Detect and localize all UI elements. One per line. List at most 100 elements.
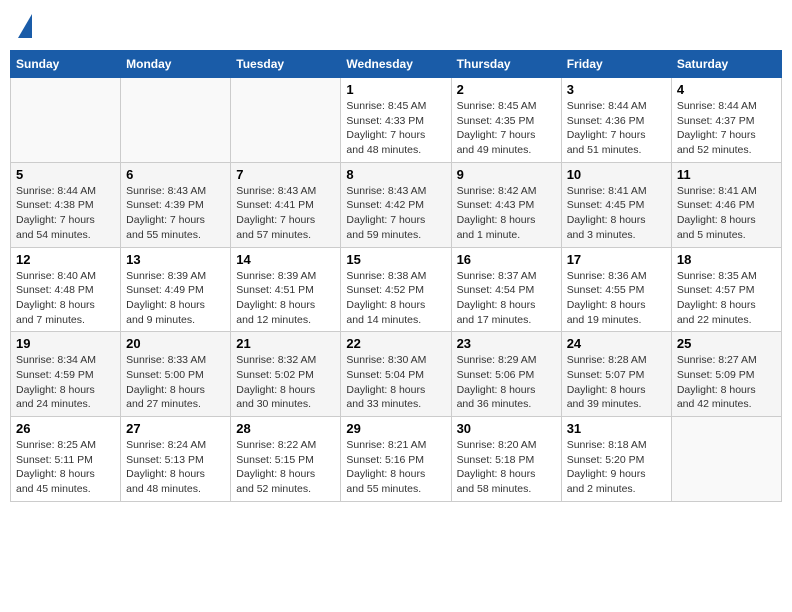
day-number: 29 (346, 421, 445, 436)
day-info: Sunrise: 8:20 AMSunset: 5:18 PMDaylight:… (457, 438, 556, 497)
day-info: Sunrise: 8:24 AMSunset: 5:13 PMDaylight:… (126, 438, 225, 497)
calendar-cell: 14 Sunrise: 8:39 AMSunset: 4:51 PMDayligh… (231, 247, 341, 332)
day-info: Sunrise: 8:41 AMSunset: 4:46 PMDaylight:… (677, 184, 776, 243)
calendar-cell: 30 Sunrise: 8:20 AMSunset: 5:18 PMDayligh… (451, 417, 561, 502)
calendar-cell: 16 Sunrise: 8:37 AMSunset: 4:54 PMDayligh… (451, 247, 561, 332)
calendar-week-row: 26 Sunrise: 8:25 AMSunset: 5:11 PMDayligh… (11, 417, 782, 502)
calendar-cell: 7 Sunrise: 8:43 AMSunset: 4:41 PMDaylight… (231, 162, 341, 247)
day-number: 27 (126, 421, 225, 436)
column-header-monday: Monday (121, 51, 231, 78)
calendar-week-row: 5 Sunrise: 8:44 AMSunset: 4:38 PMDaylight… (11, 162, 782, 247)
calendar-cell: 17 Sunrise: 8:36 AMSunset: 4:55 PMDayligh… (561, 247, 671, 332)
calendar-cell: 15 Sunrise: 8:38 AMSunset: 4:52 PMDayligh… (341, 247, 451, 332)
day-info: Sunrise: 8:32 AMSunset: 5:02 PMDaylight:… (236, 353, 335, 412)
logo (16, 14, 32, 38)
day-number: 7 (236, 167, 335, 182)
column-header-friday: Friday (561, 51, 671, 78)
column-header-saturday: Saturday (671, 51, 781, 78)
calendar-cell: 26 Sunrise: 8:25 AMSunset: 5:11 PMDayligh… (11, 417, 121, 502)
day-info: Sunrise: 8:28 AMSunset: 5:07 PMDaylight:… (567, 353, 666, 412)
day-number: 3 (567, 82, 666, 97)
calendar-week-row: 12 Sunrise: 8:40 AMSunset: 4:48 PMDayligh… (11, 247, 782, 332)
day-info: Sunrise: 8:43 AMSunset: 4:39 PMDaylight:… (126, 184, 225, 243)
day-number: 20 (126, 336, 225, 351)
logo-triangle-icon (18, 14, 32, 38)
day-number: 6 (126, 167, 225, 182)
column-header-thursday: Thursday (451, 51, 561, 78)
calendar-week-row: 19 Sunrise: 8:34 AMSunset: 4:59 PMDayligh… (11, 332, 782, 417)
calendar-table: SundayMondayTuesdayWednesdayThursdayFrid… (10, 50, 782, 502)
calendar-header-row: SundayMondayTuesdayWednesdayThursdayFrid… (11, 51, 782, 78)
day-number: 4 (677, 82, 776, 97)
day-info: Sunrise: 8:18 AMSunset: 5:20 PMDaylight:… (567, 438, 666, 497)
calendar-cell (121, 78, 231, 163)
calendar-week-row: 1 Sunrise: 8:45 AMSunset: 4:33 PMDaylight… (11, 78, 782, 163)
day-number: 5 (16, 167, 115, 182)
page-header (10, 10, 782, 42)
day-info: Sunrise: 8:45 AMSunset: 4:35 PMDaylight:… (457, 99, 556, 158)
day-info: Sunrise: 8:37 AMSunset: 4:54 PMDaylight:… (457, 269, 556, 328)
day-info: Sunrise: 8:39 AMSunset: 4:51 PMDaylight:… (236, 269, 335, 328)
day-number: 11 (677, 167, 776, 182)
calendar-cell: 24 Sunrise: 8:28 AMSunset: 5:07 PMDayligh… (561, 332, 671, 417)
calendar-cell: 12 Sunrise: 8:40 AMSunset: 4:48 PMDayligh… (11, 247, 121, 332)
day-number: 31 (567, 421, 666, 436)
day-number: 30 (457, 421, 556, 436)
day-number: 9 (457, 167, 556, 182)
calendar-cell: 25Sunrise: 8:27 AMSunset: 5:09 PMDayligh… (671, 332, 781, 417)
day-info: Sunrise: 8:21 AMSunset: 5:16 PMDaylight:… (346, 438, 445, 497)
day-info: Sunrise: 8:29 AMSunset: 5:06 PMDaylight:… (457, 353, 556, 412)
day-info: Sunrise: 8:44 AMSunset: 4:38 PMDaylight:… (16, 184, 115, 243)
calendar-cell: 6 Sunrise: 8:43 AMSunset: 4:39 PMDaylight… (121, 162, 231, 247)
calendar-cell (671, 417, 781, 502)
day-number: 17 (567, 252, 666, 267)
day-number: 24 (567, 336, 666, 351)
day-info: Sunrise: 8:43 AMSunset: 4:42 PMDaylight:… (346, 184, 445, 243)
day-number: 26 (16, 421, 115, 436)
calendar-cell: 5 Sunrise: 8:44 AMSunset: 4:38 PMDaylight… (11, 162, 121, 247)
calendar-cell: 28Sunrise: 8:22 AMSunset: 5:15 PMDayligh… (231, 417, 341, 502)
calendar-cell: 19 Sunrise: 8:34 AMSunset: 4:59 PMDayligh… (11, 332, 121, 417)
calendar-cell: 31 Sunrise: 8:18 AMSunset: 5:20 PMDayligh… (561, 417, 671, 502)
calendar-cell: 13 Sunrise: 8:39 AMSunset: 4:49 PMDayligh… (121, 247, 231, 332)
day-number: 12 (16, 252, 115, 267)
day-number: 14 (236, 252, 335, 267)
day-info: Sunrise: 8:40 AMSunset: 4:48 PMDaylight:… (16, 269, 115, 328)
calendar-cell: 20 Sunrise: 8:33 AMSunset: 5:00 PMDayligh… (121, 332, 231, 417)
day-info: Sunrise: 8:38 AMSunset: 4:52 PMDaylight:… (346, 269, 445, 328)
day-number: 2 (457, 82, 556, 97)
calendar-cell: 29 Sunrise: 8:21 AMSunset: 5:16 PMDayligh… (341, 417, 451, 502)
day-info: Sunrise: 8:34 AMSunset: 4:59 PMDaylight:… (16, 353, 115, 412)
day-info: Sunrise: 8:42 AMSunset: 4:43 PMDaylight:… (457, 184, 556, 243)
day-info: Sunrise: 8:25 AMSunset: 5:11 PMDaylight:… (16, 438, 115, 497)
day-info: Sunrise: 8:22 AMSunset: 5:15 PMDaylight:… (236, 438, 335, 497)
calendar-cell: 11 Sunrise: 8:41 AMSunset: 4:46 PMDayligh… (671, 162, 781, 247)
calendar-cell: 22 Sunrise: 8:30 AMSunset: 5:04 PMDayligh… (341, 332, 451, 417)
day-info: Sunrise: 8:41 AMSunset: 4:45 PMDaylight:… (567, 184, 666, 243)
column-header-sunday: Sunday (11, 51, 121, 78)
day-info: Sunrise: 8:45 AMSunset: 4:33 PMDaylight:… (346, 99, 445, 158)
day-info: Sunrise: 8:30 AMSunset: 5:04 PMDaylight:… (346, 353, 445, 412)
calendar-cell: 1 Sunrise: 8:45 AMSunset: 4:33 PMDaylight… (341, 78, 451, 163)
day-info: Sunrise: 8:33 AMSunset: 5:00 PMDaylight:… (126, 353, 225, 412)
column-header-wednesday: Wednesday (341, 51, 451, 78)
day-number: 1 (346, 82, 445, 97)
day-info: Sunrise: 8:44 AMSunset: 4:37 PMDaylight:… (677, 99, 776, 158)
calendar-cell: 8Sunrise: 8:43 AMSunset: 4:42 PMDaylight… (341, 162, 451, 247)
day-number: 25 (677, 336, 776, 351)
day-number: 19 (16, 336, 115, 351)
day-info: Sunrise: 8:43 AMSunset: 4:41 PMDaylight:… (236, 184, 335, 243)
day-info: Sunrise: 8:36 AMSunset: 4:55 PMDaylight:… (567, 269, 666, 328)
day-number: 22 (346, 336, 445, 351)
calendar-cell: 27 Sunrise: 8:24 AMSunset: 5:13 PMDayligh… (121, 417, 231, 502)
day-info: Sunrise: 8:39 AMSunset: 4:49 PMDaylight:… (126, 269, 225, 328)
calendar-cell (231, 78, 341, 163)
day-number: 16 (457, 252, 556, 267)
calendar-cell: 3Sunrise: 8:44 AMSunset: 4:36 PMDaylight… (561, 78, 671, 163)
day-number: 13 (126, 252, 225, 267)
day-number: 23 (457, 336, 556, 351)
day-number: 18 (677, 252, 776, 267)
calendar-cell: 2 Sunrise: 8:45 AMSunset: 4:35 PMDaylight… (451, 78, 561, 163)
day-number: 15 (346, 252, 445, 267)
calendar-cell (11, 78, 121, 163)
